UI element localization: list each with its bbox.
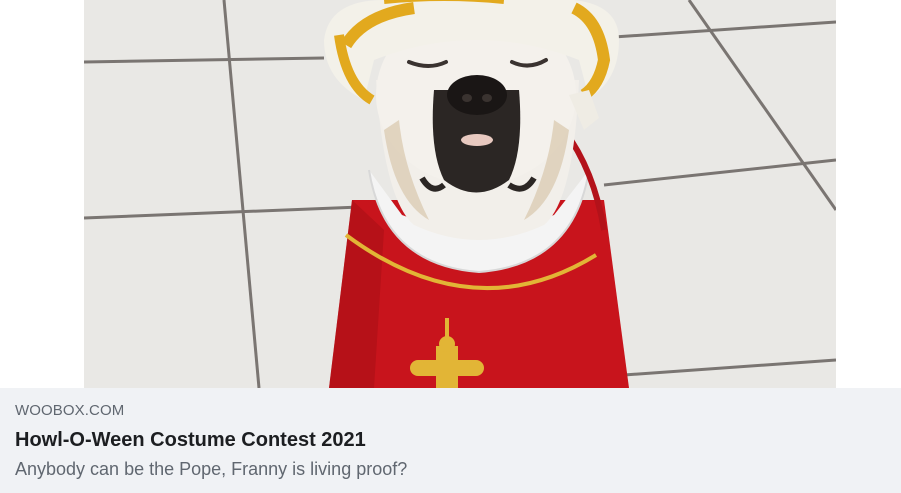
link-preview-card[interactable]: WOOBOX.COM Howl-O-Ween Costume Contest 2… (0, 0, 901, 493)
link-domain: WOOBOX.COM (15, 402, 125, 419)
link-description: Anybody can be the Pope, Franny is livin… (15, 459, 408, 479)
dog-photo (84, 0, 836, 388)
preview-image[interactable] (84, 0, 836, 388)
link-title[interactable]: Howl-O-Ween Costume Contest 2021 (15, 429, 366, 452)
link-preview-footer[interactable]: WOOBOX.COM Howl-O-Ween Costume Contest 2… (0, 388, 901, 493)
